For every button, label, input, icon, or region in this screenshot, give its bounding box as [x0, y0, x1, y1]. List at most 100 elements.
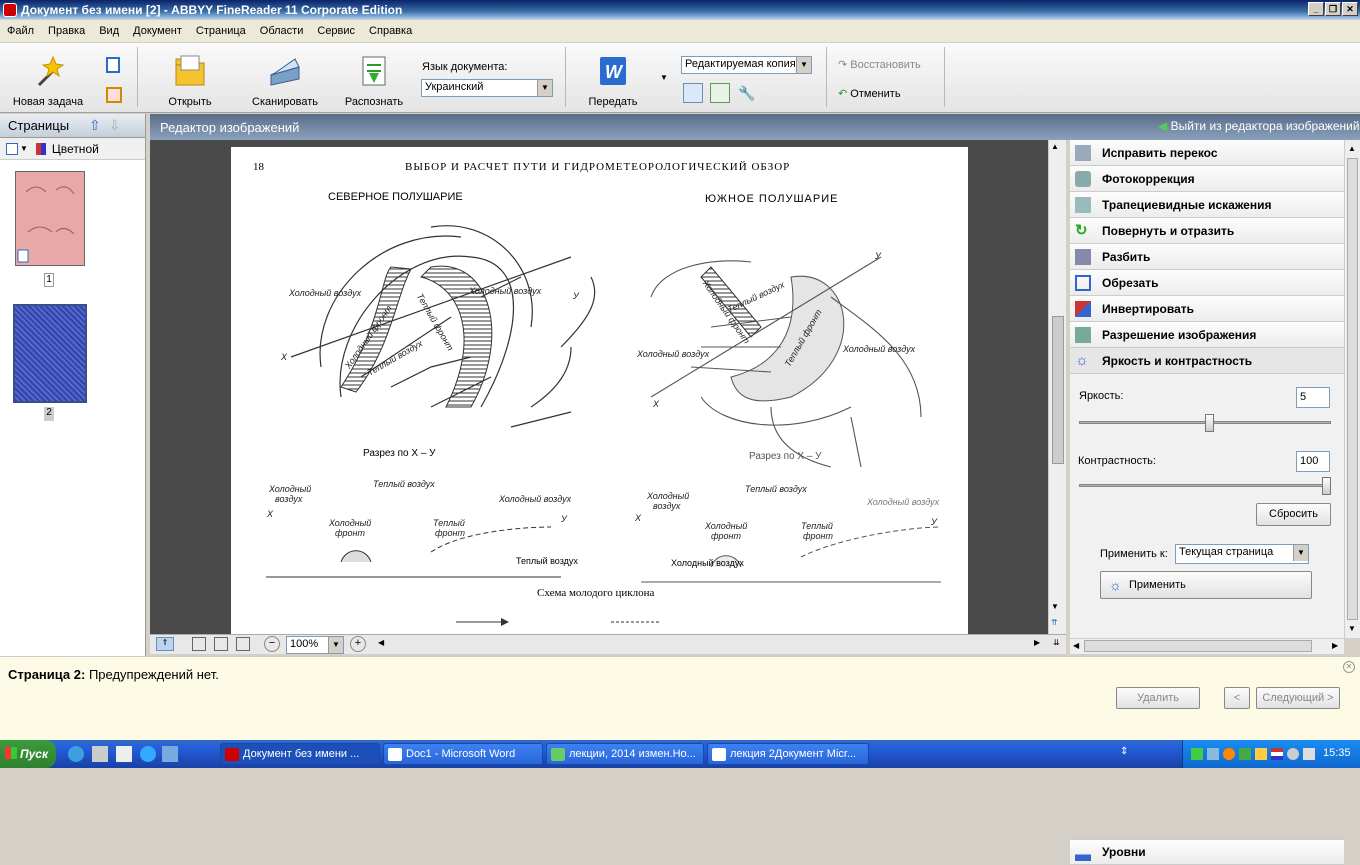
- next-button[interactable]: Следующий >: [1256, 687, 1340, 709]
- actual-size-icon[interactable]: [236, 637, 250, 651]
- brightness-input[interactable]: 5: [1296, 387, 1330, 408]
- undo-button[interactable]: ↶ Отменить: [838, 87, 901, 100]
- tool-trapezoid[interactable]: Трапециевидные искажения: [1070, 192, 1344, 218]
- move-up-icon[interactable]: ⇧: [89, 117, 101, 134]
- tool-rotate[interactable]: ↻ Повернуть и отразить: [1070, 218, 1344, 244]
- volume-icon[interactable]: [1303, 748, 1315, 760]
- document-language-select[interactable]: Украинский ▼: [421, 79, 553, 97]
- tool-resolution[interactable]: Разрешение изображения: [1070, 322, 1344, 348]
- taskbar-item-finereader[interactable]: Документ без имени ...: [220, 743, 380, 765]
- antivirus-icon[interactable]: [1239, 748, 1251, 760]
- minimize-button[interactable]: _: [1308, 2, 1324, 16]
- tool-split[interactable]: Разбить: [1070, 244, 1344, 270]
- menu-document[interactable]: Документ: [126, 25, 189, 37]
- scroll-left-icon[interactable]: ◀: [378, 638, 384, 647]
- recognize-button[interactable]: Распознать: [340, 53, 408, 108]
- maximize-button[interactable]: ❐: [1325, 2, 1341, 16]
- notepad-icon[interactable]: [116, 746, 132, 762]
- previous-button[interactable]: <: [1224, 687, 1250, 709]
- close-button[interactable]: ✕: [1342, 2, 1358, 16]
- zoom-out-icon[interactable]: −: [264, 636, 280, 652]
- zoom-in-icon[interactable]: +: [350, 636, 366, 652]
- hardware-icon[interactable]: [1207, 748, 1219, 760]
- page-up-icon[interactable]: ⇈: [1051, 618, 1058, 627]
- open-button[interactable]: Открыть: [160, 53, 220, 108]
- language-flag-icon[interactable]: [1271, 748, 1283, 760]
- scroll-left-icon[interactable]: ◀: [1073, 641, 1079, 650]
- fit-page-icon[interactable]: [192, 637, 206, 651]
- apply-button[interactable]: ☼ Применить: [1100, 571, 1312, 599]
- scroll-right-icon[interactable]: ▶: [1332, 641, 1338, 650]
- page-thumbnail-1[interactable]: [15, 171, 85, 266]
- scroll-thumb[interactable]: [1084, 640, 1312, 652]
- explorer-icon[interactable]: [92, 746, 108, 762]
- image-view-icon[interactable]: [683, 83, 703, 103]
- tray-expand-icon[interactable]: ⇕: [1120, 746, 1128, 757]
- chevron-down-icon[interactable]: ▼: [20, 144, 28, 153]
- delete-button[interactable]: Удалить: [1116, 687, 1200, 709]
- settings-wrench-icon[interactable]: 🔧: [738, 85, 755, 101]
- contrast-input[interactable]: 100: [1296, 451, 1330, 472]
- tool-photo-correction[interactable]: Фотокоррекция: [1070, 166, 1344, 192]
- fit-width-icon[interactable]: [214, 637, 228, 651]
- page-thumbnail-2[interactable]: [13, 304, 87, 403]
- menu-file[interactable]: Файл: [0, 25, 41, 37]
- scroll-down-icon[interactable]: ▼: [1348, 624, 1356, 633]
- text-view-icon[interactable]: [710, 83, 730, 103]
- collapse-icon[interactable]: ⇑: [156, 637, 174, 651]
- app-tray-icon[interactable]: [1255, 748, 1267, 760]
- zoom-select[interactable]: 100% ▼: [286, 636, 344, 654]
- contrast-slider-thumb[interactable]: [1322, 477, 1331, 495]
- taskbar-item-word2[interactable]: лекция 2Документ Micr...: [707, 743, 869, 765]
- scroll-up-icon[interactable]: ▲: [1348, 144, 1356, 153]
- menu-areas[interactable]: Области: [253, 25, 311, 37]
- exit-editor-button[interactable]: ◀ Выйти из редактора изображений: [1158, 119, 1360, 133]
- menu-service[interactable]: Сервис: [310, 25, 362, 37]
- contrast-slider-track[interactable]: [1079, 484, 1331, 487]
- scroll-thumb[interactable]: [1052, 316, 1064, 464]
- canvas-vertical-scrollbar[interactable]: ▲ ▼ ⇈: [1048, 140, 1066, 634]
- move-down-icon[interactable]: ⇩: [109, 117, 121, 134]
- tool-crop[interactable]: Обрезать: [1070, 270, 1344, 296]
- taskbar-item-notepad[interactable]: лекции, 2014 измен.Но...: [546, 743, 704, 765]
- page-down-icon[interactable]: ⇊: [1053, 638, 1060, 647]
- output-format-select[interactable]: Редактируемая копия ▼: [681, 56, 812, 74]
- restore-button[interactable]: ↷ Восстановить: [838, 58, 921, 71]
- start-button[interactable]: Пуск: [0, 740, 56, 768]
- reset-button[interactable]: Сбросить: [1256, 503, 1331, 526]
- scroll-thumb[interactable]: [1347, 158, 1358, 620]
- brightness-slider-thumb[interactable]: [1205, 414, 1215, 432]
- send-dropdown-icon[interactable]: ▼: [660, 73, 668, 82]
- new-task-button[interactable]: Новая задача: [8, 55, 88, 108]
- scan-button[interactable]: Сканировать: [246, 53, 324, 108]
- view-mode-icon[interactable]: [6, 142, 18, 155]
- brightness-icon: ☼: [1075, 352, 1089, 369]
- update-icon[interactable]: [1223, 748, 1235, 760]
- apply-to-select[interactable]: Текущая страница ▼: [1175, 544, 1309, 564]
- send-button[interactable]: W Передать: [582, 53, 644, 108]
- menu-view[interactable]: Вид: [92, 25, 126, 37]
- copy-icon[interactable]: [106, 87, 122, 103]
- firefox-icon[interactable]: [68, 746, 84, 762]
- close-icon[interactable]: ✕: [1343, 661, 1355, 673]
- tool-brightness-contrast[interactable]: ☼ Яркость и контрастность: [1070, 348, 1344, 374]
- new-document-icon[interactable]: [106, 57, 120, 73]
- app-icon: [3, 2, 17, 17]
- menu-page[interactable]: Страница: [189, 25, 253, 37]
- tool-skew[interactable]: Исправить перекос: [1070, 140, 1344, 166]
- scroll-down-icon[interactable]: ▼: [1051, 602, 1059, 611]
- clock-sync-icon[interactable]: [1287, 748, 1299, 760]
- tool-invert[interactable]: Инвертировать: [1070, 296, 1344, 322]
- desktop-icon[interactable]: [162, 746, 178, 762]
- panel-horizontal-scrollbar[interactable]: ◀ ▶: [1070, 638, 1344, 654]
- menu-edit[interactable]: Правка: [41, 25, 92, 37]
- color-mode-label[interactable]: Цветной: [52, 142, 99, 156]
- taskbar-item-word1[interactable]: Doc1 - Microsoft Word: [383, 743, 543, 765]
- scroll-up-icon[interactable]: ▲: [1051, 142, 1059, 151]
- tool-levels[interactable]: Уровни: [1070, 839, 1344, 865]
- menu-help[interactable]: Справка: [362, 25, 419, 37]
- panel-vertical-scrollbar[interactable]: ▲ ▼: [1344, 140, 1360, 638]
- ie-icon[interactable]: [140, 746, 156, 762]
- network-icon[interactable]: [1191, 748, 1203, 760]
- scroll-right-icon[interactable]: ▶: [1034, 638, 1040, 647]
